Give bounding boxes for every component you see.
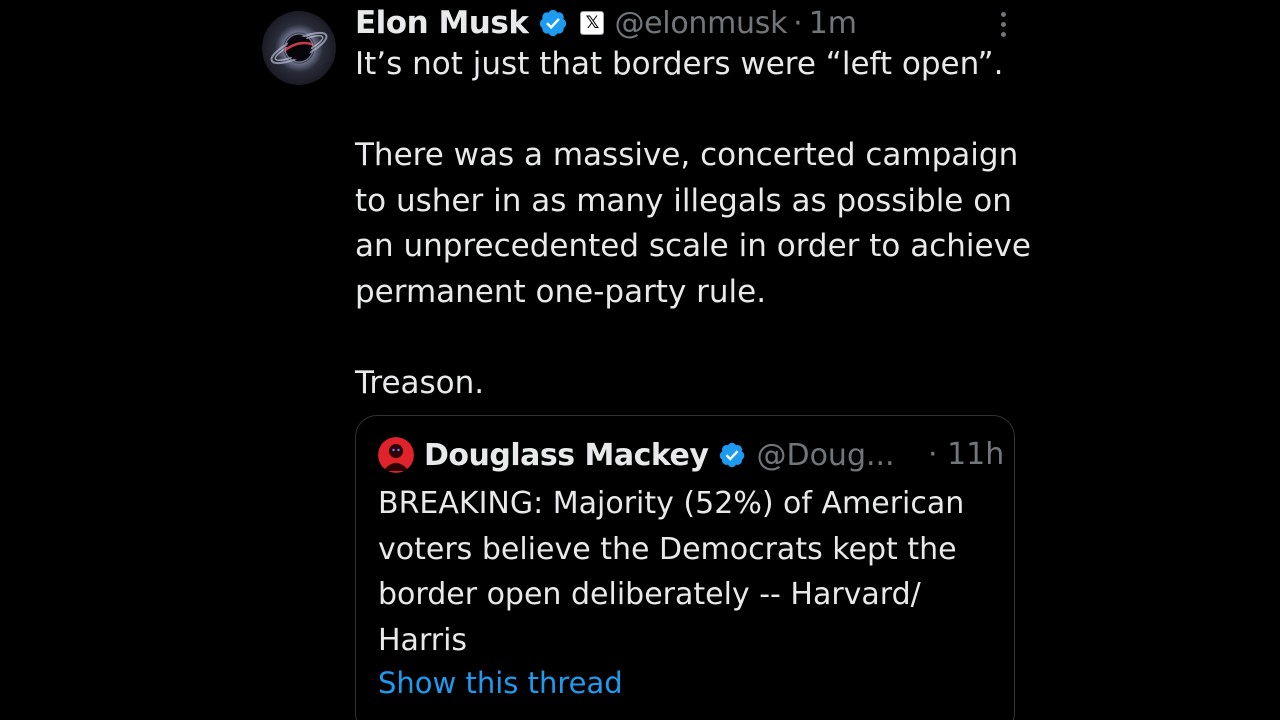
- black-hole-avatar-icon: [270, 31, 328, 65]
- tweet-paragraph: It’s not just that borders were “left op…: [355, 46, 1004, 82]
- quoted-author-name[interactable]: Douglass Mackey: [424, 438, 709, 473]
- tweet-header: Elon Musk 𝕏 @elonmusk · 1m: [355, 0, 857, 46]
- more-vertical-icon[interactable]: [996, 12, 1010, 40]
- tweet-text: It’s not just that borders were “left op…: [355, 42, 1035, 406]
- author-name[interactable]: Elon Musk: [355, 5, 529, 41]
- tweet[interactable]: Elon Musk 𝕏 @elonmusk · 1m It’s not just…: [0, 0, 1280, 720]
- tweet-paragraph: There was a massive, concerted campaign …: [355, 137, 1032, 310]
- quoted-author-avatar[interactable]: [378, 437, 414, 473]
- author-avatar[interactable]: [262, 11, 336, 85]
- quoted-tweet-card[interactable]: Douglass Mackey @Doug... · 11h BREAKING:…: [355, 415, 1015, 720]
- quoted-avatar-icon: [378, 437, 414, 473]
- quoted-author-handle[interactable]: @Doug...: [756, 438, 894, 473]
- verified-badge-icon: [720, 442, 745, 468]
- tweet-timestamp[interactable]: 1m: [809, 6, 857, 41]
- separator-dot: ·: [793, 5, 803, 41]
- quoted-tweet-header: Douglass Mackey @Doug...: [378, 434, 895, 476]
- x-logo-icon: 𝕏: [580, 11, 605, 35]
- quoted-tweet-timestamp[interactable]: · 11h: [928, 434, 1004, 476]
- author-handle[interactable]: @elonmusk: [614, 6, 787, 41]
- verified-badge-icon: [540, 9, 567, 37]
- quoted-tweet-text: BREAKING: Majority (52%) of American vot…: [378, 486, 965, 658]
- show-thread-link[interactable]: Show this thread: [378, 666, 623, 700]
- tweet-paragraph: Treason.: [355, 364, 485, 401]
